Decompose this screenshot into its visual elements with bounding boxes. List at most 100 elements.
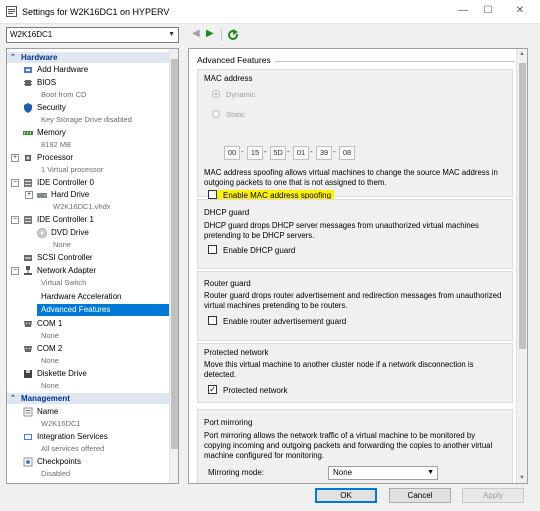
tree-sub-com2: None [41, 356, 59, 365]
dhcp-guard-title: DHCP guard [204, 208, 250, 217]
mac-octet-5[interactable]: 39 [316, 146, 332, 160]
panel-title: Advanced Features [197, 55, 271, 65]
tree-sub-dvd-drive: None [53, 240, 71, 249]
vm-selector[interactable]: W2K16DC1 ▼ [6, 27, 179, 43]
tree-item-ide-controller-1[interactable]: IDE Controller 1 [23, 214, 94, 226]
chevron-down-icon: ▼ [168, 31, 175, 38]
checkbox-box[interactable] [208, 245, 217, 255]
previous-arrow-icon[interactable]: ◀ [192, 27, 200, 41]
tree-item-diskette-drive[interactable]: Diskette Drive [23, 368, 87, 380]
maximize-button[interactable]: ☐ [480, 4, 496, 18]
tree-item-processor[interactable]: Processor [23, 152, 73, 164]
tree-item-ide-controller-0[interactable]: IDE Controller 0 [23, 177, 94, 189]
checkbox-box[interactable] [208, 316, 217, 326]
mac-octet-3[interactable]: 5D [270, 146, 286, 160]
management-section-header[interactable]: ⌃ Management [7, 393, 171, 404]
collapse-icon[interactable]: ⌃ [10, 52, 16, 63]
tree-item-com1[interactable]: COM 1 [23, 318, 62, 330]
vm-selector-value: W2K16DC1 [10, 30, 53, 39]
window-title: Settings for W2K16DC1 on HYPERV [22, 7, 170, 17]
collapse-tree-icon[interactable]: − [11, 216, 19, 224]
hardware-section-header[interactable]: ⌃ Hardware [7, 52, 171, 63]
tree-item-scsi-controller[interactable]: SCSI Controller [23, 252, 93, 264]
dhcp-guard-group: DHCP guard DHCP guard drops DHCP server … [197, 199, 513, 269]
ok-button[interactable]: OK [315, 488, 377, 503]
tree-sub-memory: 8192 MB [41, 140, 72, 149]
scroll-down-icon[interactable]: ▼ [519, 475, 525, 481]
mac-address-group: MAC address Dynamic Static 00 - 15 - 5D … [197, 69, 513, 201]
shield-icon [24, 102, 32, 113]
mac-static-option[interactable]: Static [212, 110, 245, 120]
protected-network-title: Protected network [204, 348, 269, 357]
router-guard-description: Router guard drops router advertisement … [204, 291, 502, 310]
minimize-button[interactable]: — [455, 4, 471, 18]
tree-sub-integration-services: All services offered [41, 444, 105, 453]
panel-scrollbar[interactable]: ▲ ▼ [516, 49, 527, 483]
tree-sub-com1: None [41, 331, 59, 340]
protected-network-checkbox[interactable]: ✓ Protected network [208, 385, 287, 396]
mac-dynamic-option[interactable]: Dynamic [212, 90, 255, 100]
tree-scrollbar[interactable] [169, 49, 178, 483]
mac-octet-6[interactable]: 08 [339, 146, 355, 160]
mac-separator: - [310, 147, 313, 156]
checkpoints-icon [23, 457, 33, 467]
mirroring-mode-select[interactable]: None ▼ [328, 466, 438, 480]
tree-item-com2[interactable]: COM 2 [23, 343, 62, 355]
tree-sub-bios: Boot from CD [41, 90, 87, 99]
apply-button[interactable]: Apply [462, 488, 524, 503]
tree-item-checkpoints[interactable]: Checkpoints [23, 456, 81, 468]
mac-octet-2[interactable]: 15 [247, 146, 263, 160]
collapse-tree-icon[interactable]: − [11, 267, 19, 275]
com-port-icon [24, 320, 32, 327]
tree-item-hard-drive[interactable]: Hard Drive [37, 189, 89, 201]
mac-octet-1[interactable]: 00 [224, 146, 240, 160]
refresh-icon[interactable] [227, 29, 239, 41]
port-mirroring-group: Port mirroring Port mirroring allows the… [197, 409, 513, 483]
title-bar: Settings for W2K16DC1 on HYPERV — ☐ ✕ [0, 0, 540, 24]
collapse-tree-icon[interactable]: − [11, 179, 19, 187]
tree-item-security[interactable]: Security [23, 102, 66, 114]
mac-separator: - [333, 147, 336, 156]
enable-dhcp-guard-checkbox[interactable]: Enable DHCP guard [208, 245, 295, 256]
expand-icon[interactable]: + [25, 191, 33, 199]
static-radio[interactable] [212, 110, 220, 119]
com-port-icon [24, 345, 32, 352]
tree-item-network-adapter[interactable]: Network Adapter [23, 265, 96, 277]
settings-app-icon [6, 6, 17, 17]
tree-item-bios[interactable]: BIOS [23, 77, 56, 89]
hard-drive-icon [37, 192, 47, 198]
tree-sub-hard-drive: W2K16DC1.vhdx [53, 202, 111, 211]
bios-chip-icon [24, 79, 32, 86]
panel-scrollbar-thumb[interactable] [519, 63, 526, 349]
tree-item-name[interactable]: Name [23, 406, 58, 418]
router-guard-title: Router guard [204, 279, 251, 288]
checkmark-icon[interactable]: ✓ [208, 385, 217, 395]
mac-octet-4[interactable]: 01 [293, 146, 309, 160]
tree-item-hardware-acceleration[interactable]: Hardware Acceleration [41, 291, 121, 303]
dhcp-guard-description: DHCP guard drops DHCP server messages fr… [204, 221, 479, 240]
tree-sub-security: Key Storage Drive disabled [41, 115, 132, 124]
mac-spoofing-description: MAC address spoofing allows virtual mach… [204, 168, 498, 187]
next-arrow-icon[interactable]: ▶ [206, 27, 214, 41]
tree-sub-processor: 1 Virtual processor [41, 165, 104, 174]
tree-item-advanced-features[interactable]: Advanced Features [41, 304, 110, 316]
floppy-disk-icon [24, 369, 32, 378]
enable-router-guard-checkbox[interactable]: Enable router advertisement guard [208, 316, 346, 327]
tree-item-memory[interactable]: Memory [23, 127, 66, 139]
toolbar-separator [221, 29, 222, 41]
tree-item-add-hardware[interactable]: Add Hardware [23, 64, 88, 76]
protected-network-group: Protected network Move this virtual mach… [197, 343, 513, 403]
mac-address-title: MAC address [204, 74, 253, 83]
expand-icon[interactable]: + [11, 154, 19, 162]
cancel-button[interactable]: Cancel [389, 488, 451, 503]
dynamic-radio[interactable] [212, 90, 220, 99]
tree-item-dvd-drive[interactable]: DVD Drive [37, 227, 89, 239]
tree-scrollbar-thumb[interactable] [171, 59, 178, 449]
tree-item-integration-services[interactable]: Integration Services [23, 431, 108, 443]
panel-title-divider [275, 61, 515, 62]
scroll-up-icon[interactable]: ▲ [519, 51, 525, 57]
close-button[interactable]: ✕ [512, 4, 528, 18]
add-hardware-icon [24, 66, 32, 73]
tree-sub-checkpoints: Disabled [41, 469, 71, 478]
collapse-icon[interactable]: ⌃ [10, 393, 16, 404]
